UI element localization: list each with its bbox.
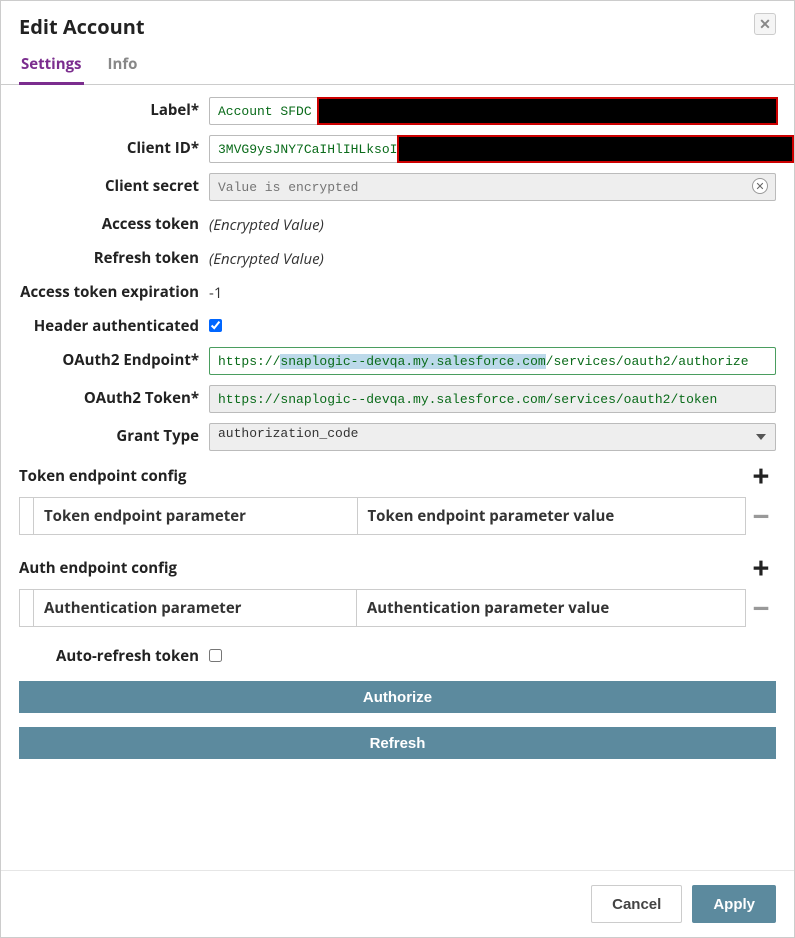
tab-settings[interactable]: Settings	[19, 48, 84, 85]
add-icon[interactable]: +	[746, 553, 776, 583]
grant-type-label: Grant Type	[19, 423, 209, 446]
client-secret-input[interactable]	[209, 173, 776, 201]
auth-config-title: Auth endpoint config +	[19, 553, 776, 583]
tab-bar: Settings Info	[1, 48, 794, 85]
header-auth-label: Header authenticated	[19, 313, 209, 336]
refresh-token-value: (Encrypted Value)	[209, 245, 776, 269]
header-auth-checkbox[interactable]	[209, 319, 222, 332]
token-col1-header: Token endpoint parameter	[34, 498, 358, 535]
close-icon[interactable]: ✕	[754, 13, 776, 35]
auto-refresh-label: Auto-refresh token	[19, 643, 209, 666]
redacted-block	[317, 97, 778, 125]
cancel-button[interactable]: Cancel	[591, 885, 682, 923]
refresh-button[interactable]: Refresh	[19, 727, 776, 759]
auto-refresh-checkbox[interactable]	[209, 649, 222, 662]
token-col2-header: Token endpoint parameter value	[357, 498, 746, 535]
clear-icon[interactable]: ✕	[752, 178, 768, 194]
redacted-block	[397, 135, 794, 163]
remove-icon[interactable]: −	[746, 593, 776, 623]
access-token-exp-label: Access token expiration	[19, 279, 209, 302]
remove-icon[interactable]: −	[746, 501, 776, 531]
authorize-button[interactable]: Authorize	[19, 681, 776, 713]
access-token-value: (Encrypted Value)	[209, 211, 776, 235]
access-token-label: Access token	[19, 211, 209, 234]
oauth2-endpoint-input[interactable]: https://snaplogic--devqa.my.salesforce.c…	[209, 347, 776, 375]
client-id-label: Client ID*	[19, 135, 209, 158]
auth-col1-header: Authentication parameter	[34, 590, 357, 627]
oauth2-token-label: OAuth2 Token*	[19, 385, 209, 408]
edit-account-dialog: Edit Account ✕ Settings Info Label* Clie…	[0, 0, 795, 938]
access-token-exp-value: -1	[209, 279, 776, 303]
dialog-footer: Cancel Apply	[1, 870, 794, 937]
grant-type-select[interactable]: authorization_code	[209, 423, 776, 451]
token-config-title: Token endpoint config +	[19, 461, 776, 491]
apply-button[interactable]: Apply	[692, 885, 776, 923]
dialog-header: Edit Account ✕	[1, 1, 794, 48]
add-icon[interactable]: +	[746, 461, 776, 491]
auth-config-table: Authentication parameter Authentication …	[19, 589, 746, 627]
oauth2-token-input[interactable]	[209, 385, 776, 413]
oauth2-endpoint-label: OAuth2 Endpoint*	[19, 347, 209, 370]
dialog-title: Edit Account	[19, 13, 145, 40]
auth-col2-header: Authentication parameter value	[356, 590, 745, 627]
token-config-table: Token endpoint parameter Token endpoint …	[19, 497, 746, 535]
client-secret-label: Client secret	[19, 173, 209, 196]
form-body: Label* Client ID* Client secret ✕ Access…	[1, 85, 794, 870]
tab-info[interactable]: Info	[106, 48, 140, 85]
refresh-token-label: Refresh token	[19, 245, 209, 268]
label-label: Label*	[19, 97, 209, 120]
